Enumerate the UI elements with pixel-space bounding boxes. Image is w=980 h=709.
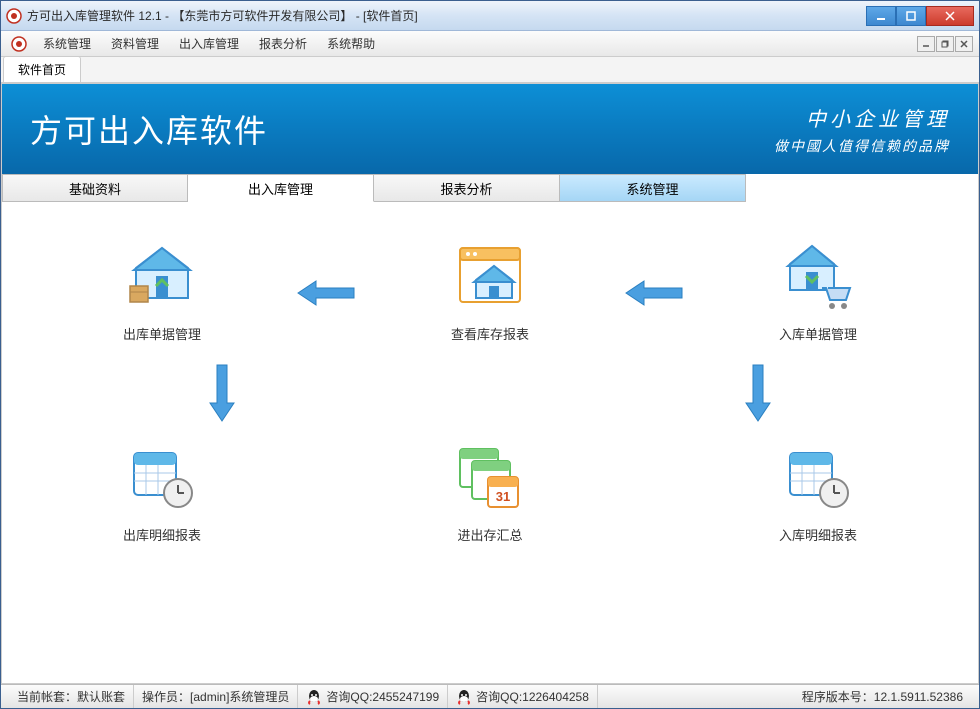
workspace: 出库单据管理 查看库存报表 — [2, 202, 978, 683]
app-icon — [6, 8, 22, 24]
mdi-restore-button[interactable] — [936, 36, 954, 52]
menu-report[interactable]: 报表分析 — [249, 31, 317, 56]
status-operator-label: 操作员： — [142, 688, 190, 705]
feature-row-1: 出库单据管理 查看库存报表 — [82, 242, 898, 343]
down-arrows-row — [82, 343, 898, 443]
status-qq2[interactable]: 咨询QQ:1226404258 — [448, 685, 598, 708]
navtab-system[interactable]: 系统管理 — [560, 174, 746, 202]
status-qq2-label: 咨询QQ:1226404258 — [476, 688, 589, 705]
feature-summary-report[interactable]: 31 进出存汇总 — [410, 443, 570, 544]
menu-system[interactable]: 系统管理 — [33, 31, 101, 56]
banner: 方可出入库软件 中小企业管理 做中國人值得信赖的品牌 — [2, 84, 978, 174]
status-account-label: 当前帐套： — [17, 688, 77, 705]
house-cart-icon — [782, 242, 854, 314]
window-house-icon — [454, 242, 526, 314]
feature-label: 进出存汇总 — [457, 525, 522, 544]
status-account-value: 默认账套 — [77, 688, 125, 705]
banner-subtitle1: 中小企业管理 — [774, 103, 950, 132]
status-qq1[interactable]: 咨询QQ:2455247199 — [298, 685, 448, 708]
window-title: 方可出入库管理软件 12.1 - 【东莞市方可软件开发有限公司】 - [软件首页… — [27, 7, 866, 24]
maximize-button[interactable] — [896, 6, 926, 26]
banner-subtitle2: 做中國人值得信赖的品牌 — [774, 136, 950, 156]
calendar-clock-icon — [126, 443, 198, 515]
window-controls — [866, 6, 974, 26]
feature-label: 查看库存报表 — [451, 324, 529, 343]
menubar: 系统管理 资料管理 出入库管理 报表分析 系统帮助 — [1, 31, 979, 57]
status-account: 当前帐套： 默认账套 — [9, 685, 134, 708]
banner-right: 中小企业管理 做中國人值得信赖的品牌 — [774, 103, 950, 156]
menu-help[interactable]: 系统帮助 — [317, 31, 385, 56]
close-button[interactable] — [926, 6, 974, 26]
feature-outbound-order[interactable]: 出库单据管理 — [82, 242, 242, 343]
menu-data[interactable]: 资料管理 — [101, 31, 169, 56]
arrow-down-icon — [743, 363, 773, 423]
arrow-left-icon — [624, 278, 684, 308]
status-version: 程序版本号： 12.1.5911.52386 — [794, 685, 971, 708]
calendar-stack-icon: 31 — [454, 443, 526, 515]
feature-inbound-order[interactable]: 入库单据管理 — [738, 242, 898, 343]
arrow-down-icon — [207, 363, 237, 423]
navtab-basic[interactable]: 基础资料 — [2, 174, 188, 202]
arrow-spacer — [410, 363, 570, 423]
arrow-holder — [142, 363, 302, 423]
status-version-value: 12.1.5911.52386 — [874, 690, 963, 704]
status-operator: 操作员： [admin]系统管理员 — [134, 685, 298, 708]
feature-inbound-report[interactable]: 入库明细报表 — [738, 443, 898, 544]
qq-icon — [456, 689, 472, 705]
feature-row-2: 出库明细报表 31 进出存汇总 入库明细报表 — [82, 443, 898, 544]
document-tab-bar: 软件首页 — [1, 57, 979, 83]
status-version-label: 程序版本号： — [802, 688, 874, 705]
minimize-button[interactable] — [866, 6, 896, 26]
svg-text:31: 31 — [496, 489, 510, 504]
calendar-clock-icon — [782, 443, 854, 515]
banner-title: 方可出入库软件 — [30, 106, 774, 152]
titlebar: 方可出入库管理软件 12.1 - 【东莞市方可软件开发有限公司】 - [软件首页… — [1, 1, 979, 31]
mdi-close-button[interactable] — [955, 36, 973, 52]
statusbar: 当前帐套： 默认账套 操作员： [admin]系统管理员 咨询QQ:245524… — [1, 684, 979, 708]
feature-view-stock[interactable]: 查看库存报表 — [410, 242, 570, 343]
app-window: 方可出入库管理软件 12.1 - 【东莞市方可软件开发有限公司】 - [软件首页… — [0, 0, 980, 709]
feature-label: 入库明细报表 — [779, 525, 857, 544]
status-operator-value: [admin]系统管理员 — [190, 688, 289, 705]
arrow-holder — [678, 363, 838, 423]
feature-outbound-report[interactable]: 出库明细报表 — [82, 443, 242, 544]
document-tab-home[interactable]: 软件首页 — [3, 56, 81, 82]
menu-app-icon — [11, 36, 27, 52]
qq-icon — [306, 689, 322, 705]
nav-tabs: 基础资料 出入库管理 报表分析 系统管理 — [2, 174, 978, 202]
feature-label: 出库单据管理 — [123, 324, 201, 343]
menu-inout[interactable]: 出入库管理 — [169, 31, 249, 56]
house-box-icon — [126, 242, 198, 314]
navtab-report[interactable]: 报表分析 — [374, 174, 560, 202]
content-area: 方可出入库软件 中小企业管理 做中國人值得信赖的品牌 基础资料 出入库管理 报表… — [1, 83, 979, 684]
arrow-left-icon — [296, 278, 356, 308]
feature-label: 出库明细报表 — [123, 525, 201, 544]
status-qq1-label: 咨询QQ:2455247199 — [326, 688, 439, 705]
mdi-controls — [917, 36, 975, 52]
mdi-minimize-button[interactable] — [917, 36, 935, 52]
feature-label: 入库单据管理 — [779, 324, 857, 343]
navtab-inout[interactable]: 出入库管理 — [188, 174, 374, 202]
